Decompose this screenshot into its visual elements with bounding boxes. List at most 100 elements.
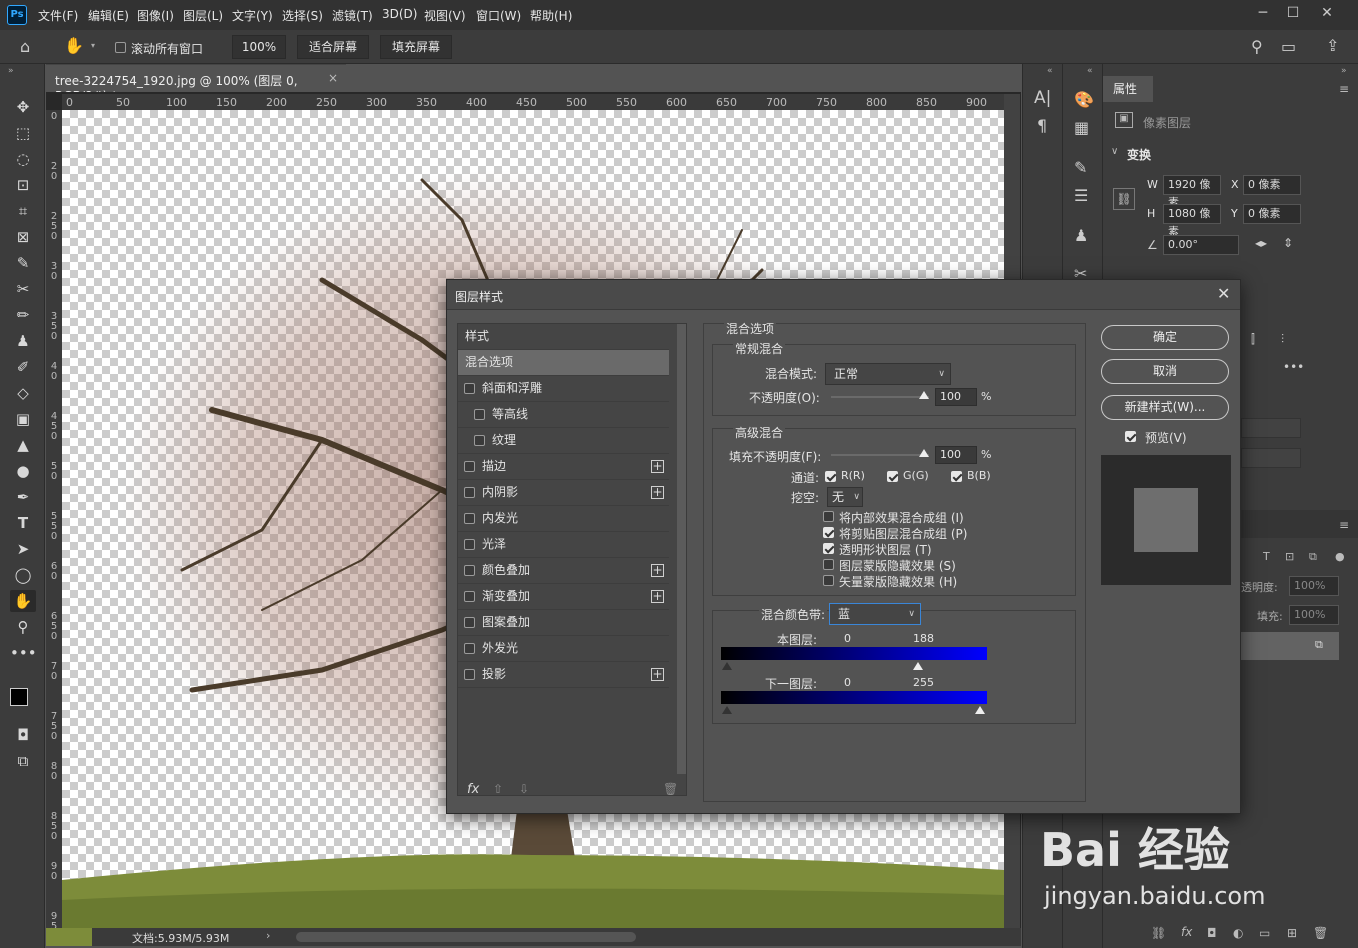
align-icon[interactable]: ⫿ [1251,332,1255,347]
cancel-button[interactable]: 取消 [1101,359,1229,384]
new-layer-icon[interactable]: ⊞ [1287,926,1297,940]
style-item[interactable]: 样式 [458,324,669,350]
opacity-slider[interactable] [831,396,929,398]
width-field[interactable]: 1920 像素 [1163,175,1221,209]
style-checkbox[interactable] [464,617,475,628]
advanced-option-checkbox[interactable] [823,511,834,522]
history-brush-icon[interactable]: ✐ [10,356,36,378]
chevron-down-icon[interactable]: ▾ [91,41,95,50]
style-item[interactable]: 图案叠加 [458,610,669,636]
opacity-field[interactable]: 100% [1289,576,1339,596]
character-icon[interactable]: A| [1034,88,1051,108]
empty-field[interactable] [1241,418,1301,438]
advanced-option-checkbox[interactable] [823,559,834,570]
eraser-tool-icon[interactable]: ◇ [10,382,36,404]
filter-shape-icon[interactable]: ⊡ [1285,550,1294,563]
healing-tool-icon[interactable]: ✂ [10,278,36,300]
close-tab-icon[interactable]: × [328,71,338,85]
y-field[interactable]: 0 像素 [1243,204,1301,224]
expand-icon[interactable]: » [1341,66,1347,76]
table-icon[interactable]: ▦ [1074,118,1089,137]
this-layer-white-thumb[interactable] [913,662,924,670]
filter-toggle-icon[interactable]: ● [1335,550,1345,563]
ellipse-tool-icon[interactable]: ◯ [10,564,36,586]
advanced-option-checkbox[interactable] [823,527,834,538]
menu-item[interactable]: 窗口(W) [476,7,521,24]
zoom-100-button[interactable]: 100% [232,35,286,59]
menu-item[interactable]: 图层(L) [183,7,223,24]
add-effect-icon[interactable]: + [651,668,664,681]
channel-b-checkbox[interactable] [951,471,962,482]
menu-item[interactable]: 图像(I) [137,7,174,24]
menu-item[interactable]: 滤镜(T) [332,7,373,24]
style-checkbox[interactable] [474,409,485,420]
menu-item[interactable]: 编辑(E) [88,7,129,24]
styles-scrollbar[interactable] [677,324,686,774]
filter-smart-icon[interactable]: ⧉ [1309,550,1317,564]
delete-effect-icon[interactable]: 🗑 [663,782,678,796]
style-checkbox[interactable] [464,461,475,472]
fx-icon[interactable]: fx [1181,925,1192,939]
panel-menu-icon[interactable]: ≡ [1339,518,1349,532]
preview-checkbox[interactable] [1125,431,1136,442]
menu-item[interactable]: 帮助(H) [530,7,572,24]
style-item[interactable]: 内阴影 + [458,480,669,506]
eyedropper-tool-icon[interactable]: ✎ [10,252,36,274]
gradient-tool-icon[interactable]: ▣ [10,408,36,430]
quick-mask-icon[interactable]: ◘ [10,724,36,746]
lasso-tool-icon[interactable]: ◌ [10,148,36,170]
group-icon[interactable]: ▭ [1259,926,1270,940]
opacity-slider-thumb[interactable] [919,391,929,399]
fill-opacity-slider-thumb[interactable] [919,449,929,457]
flip-horizontal-icon[interactable]: ◂▸ [1255,236,1267,250]
home-icon[interactable]: ⌂ [20,37,30,56]
hand-tool-preset-icon[interactable]: ✋ [64,36,84,55]
style-item[interactable]: 颜色叠加 + [458,558,669,584]
share-icon[interactable]: ⇪ [1326,36,1339,55]
adjustments-icon[interactable]: ☰ [1074,186,1088,205]
link-icon[interactable]: ⛓ [1113,188,1135,210]
minimize-button[interactable]: ─ [1248,2,1278,24]
properties-tab[interactable]: 属性 [1103,76,1153,102]
underlying-layer-white-thumb[interactable] [975,706,985,714]
workspace-icon[interactable]: ▭ [1281,37,1296,56]
zoom-tool-icon[interactable]: ⚲ [10,616,36,638]
stamp-tool-icon[interactable]: ♟ [10,330,36,352]
add-effect-icon[interactable]: + [651,590,664,603]
style-item[interactable]: 内发光 [458,506,669,532]
ok-button[interactable]: 确定 [1101,325,1229,350]
brush-settings-icon[interactable]: ✎ [1074,158,1087,177]
underlying-layer-black-thumb[interactable] [722,706,732,714]
fill-screen-button[interactable]: 填充屏幕 [380,35,452,59]
style-item[interactable]: 渐变叠加 + [458,584,669,610]
paragraph-icon[interactable]: ¶ [1037,116,1047,135]
style-checkbox[interactable] [464,487,475,498]
collapse-icon[interactable]: « [1047,66,1053,76]
adjustment-layer-icon[interactable]: ◐ [1233,926,1243,940]
move-up-icon[interactable]: ⇧ [493,782,503,796]
document-tab[interactable]: tree-3224754_1920.jpg @ 100% (图层 0, RGB/… [46,64,346,103]
panel-menu-icon[interactable]: ≡ [1339,82,1349,96]
channel-r-checkbox[interactable] [825,471,836,482]
trash-icon[interactable]: 🗑 [1313,926,1328,940]
menu-item[interactable]: 文字(Y) [232,7,273,24]
horizontal-scrollbar[interactable] [296,932,636,942]
move-down-icon[interactable]: ⇩ [519,782,529,796]
distribute-icon[interactable]: ⫶ [1281,332,1284,347]
style-item[interactable]: 斜面和浮雕 [458,376,669,402]
style-item[interactable]: 投影 + [458,662,669,688]
flip-vertical-icon[interactable]: ⇕ [1283,236,1293,250]
style-checkbox[interactable] [464,539,475,550]
channel-g-checkbox[interactable] [887,471,898,482]
dialog-title-bar[interactable]: 图层样式 ✕ [447,280,1240,310]
mask-icon[interactable]: ◘ [1207,926,1217,940]
this-layer-black-thumb[interactable] [722,662,732,670]
opacity-input[interactable]: 100 [935,388,977,406]
status-arrow-icon[interactable]: › [266,929,270,942]
frame-tool-icon[interactable]: ⊠ [10,226,36,248]
advanced-option-checkbox[interactable] [823,575,834,586]
add-effect-icon[interactable]: + [651,460,664,473]
style-item[interactable]: 混合选项 [458,350,669,376]
fill-opacity-slider[interactable] [831,454,929,456]
close-window-button[interactable]: ✕ [1312,2,1342,24]
